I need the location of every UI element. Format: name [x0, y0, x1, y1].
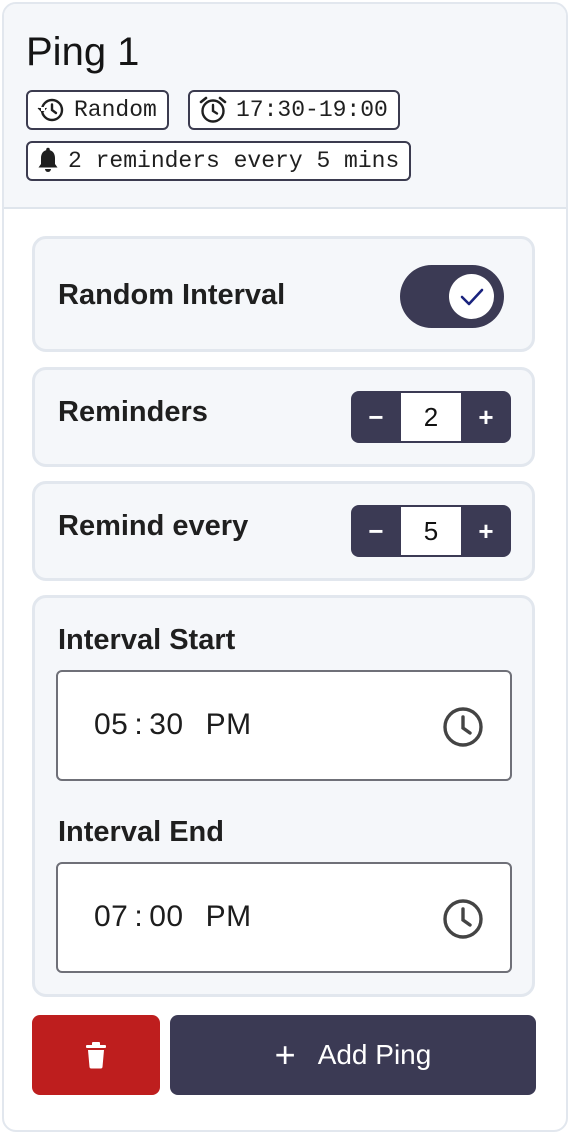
add-ping-label: Add Ping [317, 1039, 432, 1070]
reminders-chip-label: 2 reminders every 5 mins [68, 148, 400, 174]
interval-end-input[interactable]: 07:00 PM [56, 862, 512, 973]
interval-start-ampm[interactable]: PM [206, 708, 252, 741]
interval-start-time: 05:30 PM [94, 708, 252, 742]
random-interval-panel: Random Interval [32, 236, 535, 352]
trash-icon [86, 1042, 106, 1069]
bell-icon [38, 147, 58, 172]
random-interval-label: Random Interval [58, 279, 286, 311]
interval-end-minute[interactable]: 00 [149, 900, 183, 933]
interval-panel: Interval Start 05:30 PM Interval End 07:0… [32, 595, 535, 997]
toggle-knob [449, 274, 494, 319]
remind-every-decrement-button[interactable]: − [351, 505, 401, 557]
ping-title: Ping 1 [26, 30, 140, 74]
delete-button[interactable] [32, 1015, 160, 1095]
window-chip-label: 17:30-19:00 [236, 97, 388, 123]
reminders-stepper: − 2 + [351, 391, 511, 443]
reminders-chip: 2 reminders every 5 mins [26, 141, 412, 181]
interval-start-minute[interactable]: 30 [149, 708, 183, 741]
interval-end-ampm[interactable]: PM [206, 900, 252, 933]
mode-chip-label: Random [74, 97, 157, 123]
interval-start-hour[interactable]: 05 [94, 708, 128, 741]
clock-icon[interactable] [442, 898, 484, 940]
interval-start-label: Interval Start [58, 624, 236, 656]
window-chip: 17:30-19:00 [188, 90, 400, 130]
remind-every-panel: Remind every − 5 + [32, 481, 535, 581]
ping-header: Ping 1 Random 17:30-19:00 2 reminders ev… [4, 4, 566, 209]
alarm-clock-icon [199, 96, 227, 123]
check-icon [460, 288, 483, 305]
remind-every-value[interactable]: 5 [401, 505, 461, 557]
random-interval-toggle[interactable] [400, 265, 504, 328]
time-separator: : [134, 708, 144, 741]
time-separator: : [134, 900, 144, 933]
mode-chip: Random [26, 90, 169, 130]
add-ping-button[interactable]: + Add Ping [170, 1015, 536, 1095]
remind-every-label: Remind every [58, 510, 249, 542]
interval-end-label: Interval End [58, 816, 224, 848]
interval-end-hour[interactable]: 07 [94, 900, 128, 933]
plus-icon: + [274, 1034, 296, 1075]
reminders-decrement-button[interactable]: − [351, 391, 401, 443]
history-icon [37, 98, 64, 122]
remind-every-increment-button[interactable]: + [461, 505, 511, 557]
reminders-value[interactable]: 2 [401, 391, 461, 443]
interval-start-input[interactable]: 05:30 PM [56, 670, 512, 781]
clock-icon[interactable] [442, 706, 484, 748]
remind-every-stepper: − 5 + [351, 505, 511, 557]
reminders-panel: Reminders − 2 + [32, 367, 535, 467]
interval-end-time: 07:00 PM [94, 900, 252, 934]
reminders-label: Reminders [58, 396, 208, 428]
reminders-increment-button[interactable]: + [461, 391, 511, 443]
